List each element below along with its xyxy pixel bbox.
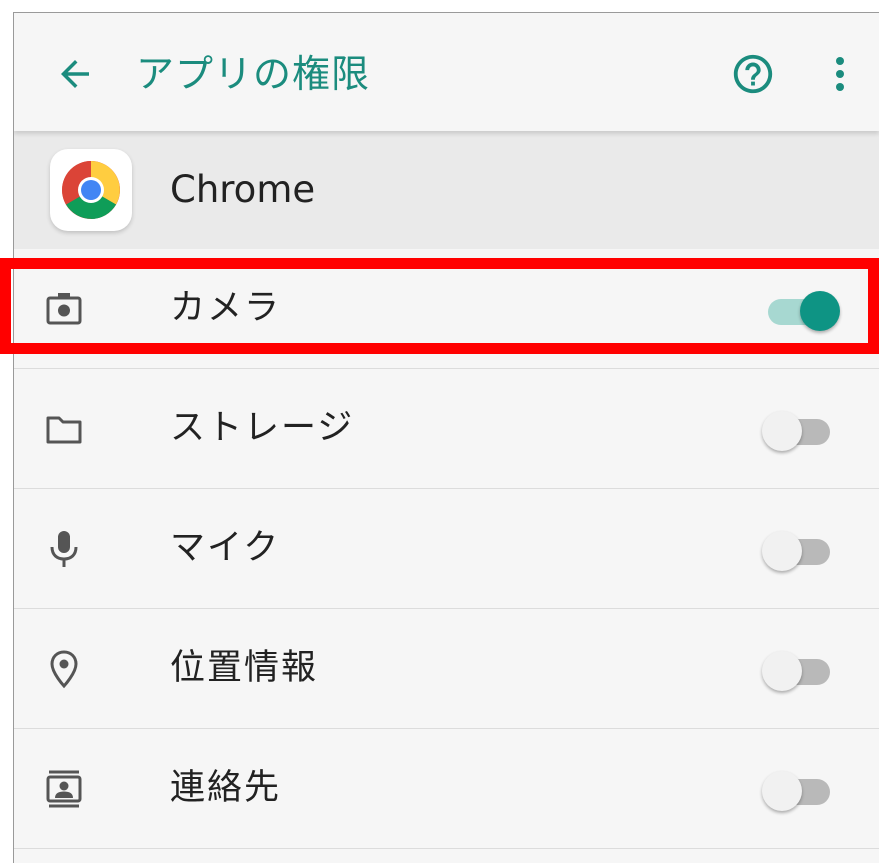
toggle-thumb bbox=[800, 291, 840, 331]
toggle-thumb bbox=[762, 531, 802, 571]
permission-toggle-camera[interactable] bbox=[762, 287, 842, 331]
help-icon[interactable] bbox=[730, 51, 776, 97]
permission-toggle-contacts[interactable] bbox=[762, 767, 842, 811]
permission-label: 連絡先 bbox=[170, 768, 282, 808]
toggle-thumb bbox=[762, 411, 802, 451]
camera-icon bbox=[44, 289, 84, 329]
app-permissions-screen: アプリの権限 Chrome カメラ ストレージ マイク 位置情報 連絡先 bbox=[13, 12, 879, 863]
permission-label: 位置情報 bbox=[170, 648, 319, 688]
permission-row-storage[interactable]: ストレージ bbox=[14, 369, 879, 489]
permission-row-location[interactable]: 位置情報 bbox=[14, 609, 879, 729]
microphone-icon bbox=[44, 529, 84, 569]
toolbar: アプリの権限 bbox=[14, 13, 879, 131]
app-name: Chrome bbox=[170, 168, 316, 211]
permission-toggle-microphone[interactable] bbox=[762, 527, 842, 571]
toggle-thumb bbox=[762, 651, 802, 691]
app-header: Chrome bbox=[14, 131, 879, 249]
page-title: アプリの権限 bbox=[136, 52, 371, 96]
permission-toggle-storage[interactable] bbox=[762, 407, 842, 451]
chrome-icon bbox=[50, 149, 132, 231]
location-pin-icon bbox=[44, 649, 84, 689]
permission-toggle-location[interactable] bbox=[762, 647, 842, 691]
permission-label: マイク bbox=[170, 528, 281, 568]
permission-row-microphone[interactable]: マイク bbox=[14, 489, 879, 609]
contacts-icon bbox=[44, 769, 84, 809]
back-arrow-icon[interactable] bbox=[54, 53, 96, 95]
toggle-thumb bbox=[762, 771, 802, 811]
folder-icon bbox=[44, 409, 84, 449]
permission-row-camera[interactable]: カメラ bbox=[14, 249, 879, 369]
permission-label: カメラ bbox=[170, 288, 282, 328]
more-options-icon[interactable] bbox=[828, 51, 852, 97]
permission-row-contacts[interactable]: 連絡先 bbox=[14, 729, 879, 849]
permission-label: ストレージ bbox=[170, 408, 355, 448]
